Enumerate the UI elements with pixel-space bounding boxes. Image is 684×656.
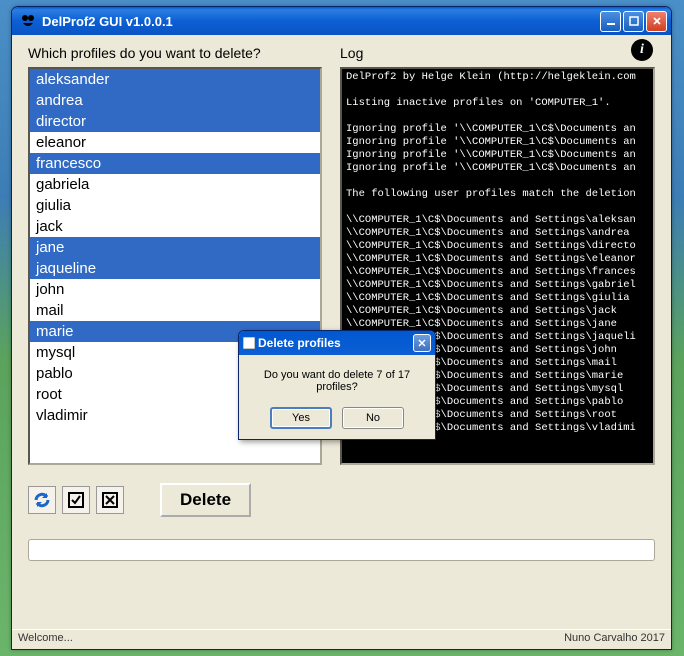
maximize-button[interactable] [623, 11, 644, 32]
no-button[interactable]: No [342, 407, 404, 429]
yes-button[interactable]: Yes [270, 407, 332, 429]
status-left: Welcome... [18, 632, 73, 647]
app-icon [20, 13, 36, 29]
confirm-dialog: Delete profiles Do you want do delete 7 … [238, 330, 436, 440]
list-item[interactable]: gabriela [30, 174, 320, 195]
dialog-title: Delete profiles [255, 336, 413, 350]
list-item[interactable]: giulia [30, 195, 320, 216]
titlebar[interactable]: DelProf2 GUI v1.0.0.1 [12, 7, 671, 35]
dialog-titlebar[interactable]: Delete profiles [239, 331, 435, 355]
status-bar: Welcome... Nuno Carvalho 2017 [12, 629, 671, 649]
minimize-button[interactable] [600, 11, 621, 32]
progress-bar [28, 539, 655, 561]
select-all-button[interactable] [62, 486, 90, 514]
check-all-icon [67, 491, 85, 509]
delete-button[interactable]: Delete [160, 483, 251, 517]
deselect-all-button[interactable] [96, 486, 124, 514]
dialog-icon [243, 337, 255, 349]
uncheck-all-icon [101, 491, 119, 509]
list-item[interactable]: director [30, 111, 320, 132]
window-title: DelProf2 GUI v1.0.0.1 [40, 14, 600, 29]
list-item[interactable]: jack [30, 216, 320, 237]
close-button[interactable] [646, 11, 667, 32]
list-item[interactable]: aleksander [30, 69, 320, 90]
refresh-icon [32, 490, 52, 510]
main-window: DelProf2 GUI v1.0.0.1 i Which profiles d… [11, 6, 672, 650]
list-item[interactable]: francesco [30, 153, 320, 174]
list-item[interactable]: jaqueline [30, 258, 320, 279]
list-item[interactable]: jane [30, 237, 320, 258]
close-icon [418, 339, 426, 347]
info-button[interactable]: i [631, 39, 653, 61]
profiles-label: Which profiles do you want to delete? [28, 45, 322, 61]
list-item[interactable]: andrea [30, 90, 320, 111]
dialog-close-button[interactable] [413, 334, 431, 352]
refresh-button[interactable] [28, 486, 56, 514]
list-item[interactable]: john [30, 279, 320, 300]
list-item[interactable]: eleanor [30, 132, 320, 153]
status-right: Nuno Carvalho 2017 [564, 632, 665, 647]
list-item[interactable]: mail [30, 300, 320, 321]
dialog-message: Do you want do delete 7 of 17 profiles? [247, 369, 427, 393]
log-label: Log [340, 45, 655, 61]
